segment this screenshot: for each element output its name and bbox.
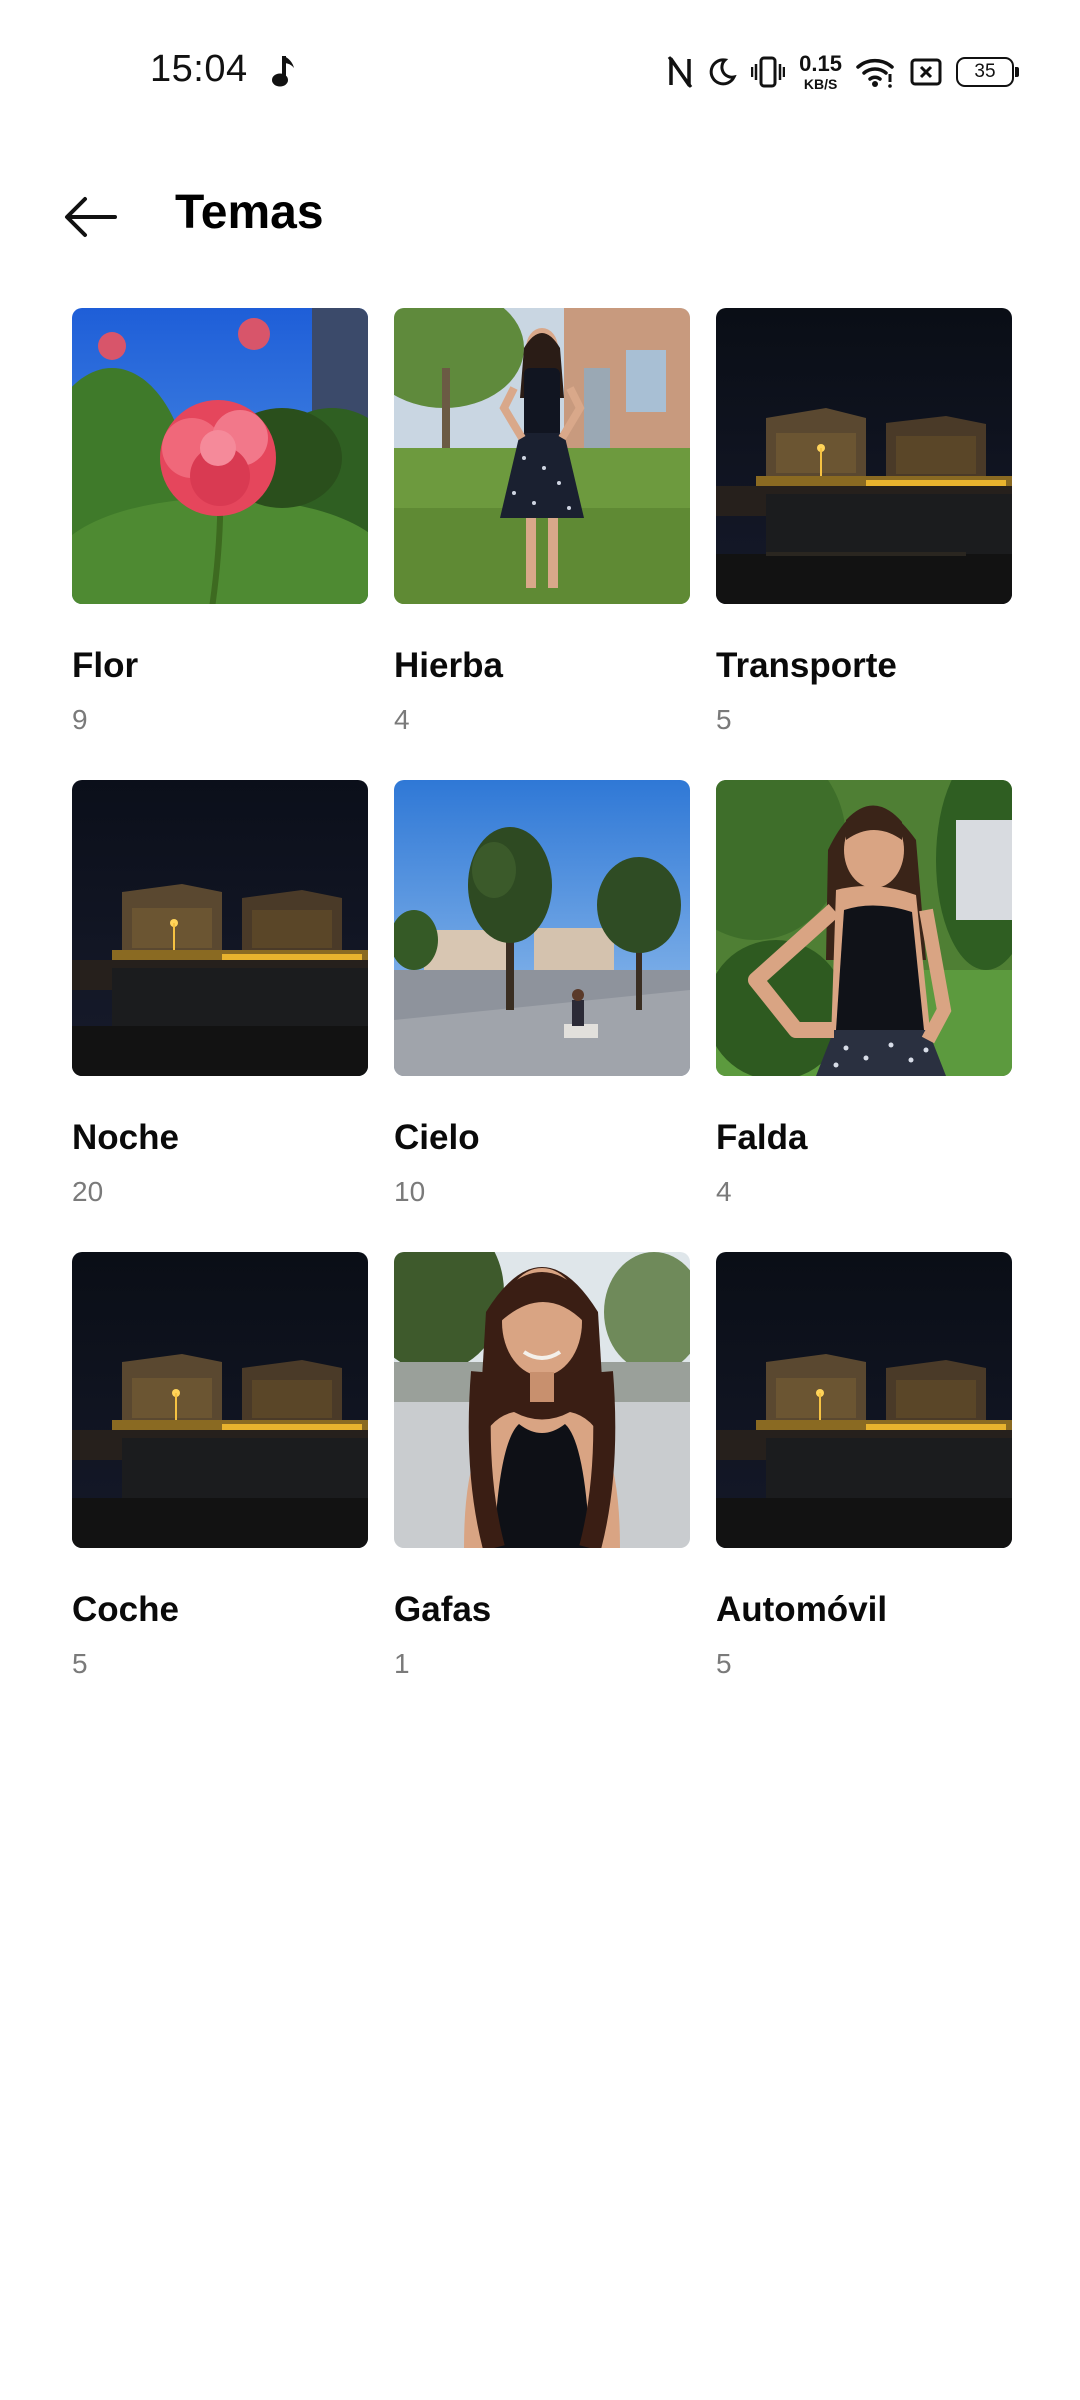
moon-icon	[707, 57, 737, 87]
music-note-icon	[272, 52, 298, 97]
back-arrow-icon	[65, 197, 117, 237]
topic-thumbnail	[72, 780, 368, 1076]
topic-name: Gafas	[394, 1590, 492, 1629]
topic-name: Hierba	[394, 646, 503, 685]
status-time: 15:04	[150, 48, 248, 90]
wifi-icon	[856, 56, 896, 88]
vibrate-icon	[751, 56, 786, 88]
topic-name: Noche	[72, 1118, 179, 1157]
battery-icon: 35	[956, 57, 1019, 87]
topic-card-automovil[interactable]: Automóvil 5	[716, 1252, 1012, 1724]
nfc-icon	[667, 55, 693, 89]
network-speed-value: 0.15	[799, 51, 842, 76]
page-title: Temas	[175, 186, 324, 239]
status-bar: 15:04 0.15 KB/S 35	[0, 0, 1080, 140]
topic-card-gafas[interactable]: Gafas 1	[394, 1252, 690, 1724]
topic-count: 9	[72, 704, 88, 735]
topic-name: Cielo	[394, 1118, 480, 1157]
topic-thumbnail	[716, 1252, 1012, 1548]
back-button[interactable]	[56, 182, 126, 252]
app-header: Temas	[0, 160, 1080, 270]
topic-count: 1	[394, 1648, 410, 1679]
topic-thumbnail	[72, 308, 368, 604]
topic-card-hierba[interactable]: Hierba 4	[394, 308, 690, 780]
topic-name: Transporte	[716, 646, 897, 685]
topic-card-cielo[interactable]: Cielo 10	[394, 780, 690, 1252]
topic-card-transporte[interactable]: Transporte 5	[716, 308, 1012, 780]
sim-blocked-icon	[910, 58, 942, 86]
topic-count: 4	[394, 704, 410, 735]
topic-card-noche[interactable]: Noche 20	[72, 780, 368, 1252]
topic-card-falda[interactable]: Falda 4	[716, 780, 1012, 1252]
topic-card-coche[interactable]: Coche 5	[72, 1252, 368, 1724]
topics-grid: Flor 9 Hierba 4 Transporte 5 Noche 20 Ci…	[72, 308, 1012, 1724]
topic-thumbnail	[72, 1252, 368, 1548]
topic-name: Automóvil	[716, 1590, 888, 1629]
topic-count: 5	[72, 1648, 88, 1679]
topic-name: Flor	[72, 646, 139, 685]
topic-count: 20	[72, 1176, 104, 1207]
topic-card-flor[interactable]: Flor 9	[72, 308, 368, 780]
battery-level: 35	[974, 61, 996, 82]
topic-thumbnail	[394, 780, 690, 1076]
network-speed-unit: KB/S	[803, 76, 838, 92]
network-speed: 0.15 KB/S	[799, 51, 842, 92]
topic-thumbnail	[716, 308, 1012, 604]
topic-name: Falda	[716, 1118, 808, 1157]
topic-count: 4	[716, 1176, 732, 1207]
topic-thumbnail	[716, 780, 1012, 1076]
topic-name: Coche	[72, 1590, 179, 1629]
topic-count: 5	[716, 704, 732, 735]
topic-thumbnail	[394, 1252, 690, 1548]
status-icons: 0.15 KB/S 35	[667, 48, 1019, 96]
topic-thumbnail	[394, 308, 690, 604]
topic-count: 10	[394, 1176, 426, 1207]
topic-count: 5	[716, 1648, 732, 1679]
